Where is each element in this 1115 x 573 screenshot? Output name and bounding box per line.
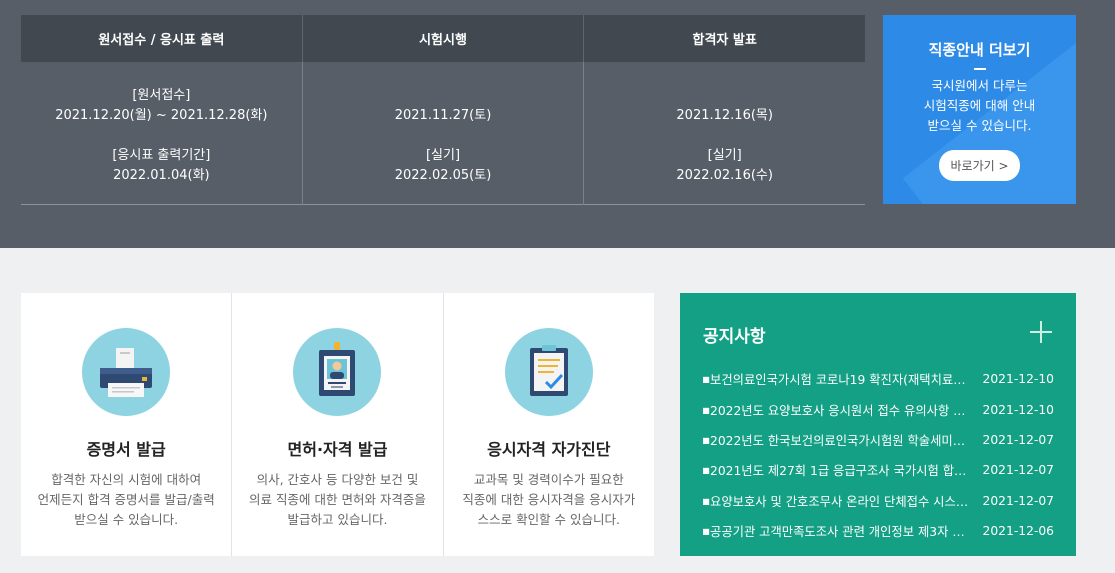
exam-practical-date: 2022.02.05(토) [394,168,492,183]
schedule-body: [원서접수] 2021.12.20(월) ~ 2021.12.28(화) [응시… [21,62,865,205]
services-panel: 증명서 발급 합격한 자신의 시험에 대하여 언제든지 합격 증명서를 발급/출… [21,293,654,556]
schedule-header: 원서접수 / 응시표 출력 시험시행 합격자 발표 [21,15,865,62]
notice-item-date: 2021-12-10 [982,402,1054,417]
service-title: 응시자격 자가진단 [487,440,611,459]
schedule-band: 원서접수 / 응시표 출력 시험시행 합격자 발표 [원서접수] 2021.12… [0,0,1115,248]
notice-item-title: 공공기관 고객만족도조사 관련 개인정보 제3자 제공 안내 [710,525,976,540]
notice-list: ▪ 보건의료인국가시험 코로나19 확진자(재택치료자) 응시 안내 2021-… [702,364,1054,546]
notice-item[interactable]: ▪ 2022년도 한국보건의료인국가시험원 학술세미나 안내 2021-12-0… [702,425,1054,455]
notice-panel: 공지사항 ▪ 보건의료인국가시험 코로나19 확진자(재택치료자) 응시 안내 … [680,293,1076,556]
notice-item-date: 2021-12-06 [982,524,1054,539]
header-application: 원서접수 / 응시표 출력 [98,33,225,48]
notice-item-date: 2021-12-07 [982,432,1054,447]
service-desc: 의사, 간호사 등 다양한 보건 및 의료 직종에 대한 면허와 자격증을 발급… [249,472,426,527]
exam-column: 2021.11.27(토) [실기] 2022.02.05(토) [301,62,584,205]
notice-item[interactable]: ▪ 2021년도 제27회 1급 응급구조사 국가시험 합격자 발표 2021-… [702,455,1054,485]
result-practical-date: 2022.02.16(수) [676,168,773,183]
job-guide-title: 직종안내 더보기 [928,41,1031,59]
notice-item-title: 요양보호사 및 간호조무사 온라인 단체접수 시스템 안내 [710,494,976,509]
service-title: 증명서 발급 [86,440,166,459]
service-desc: 합격한 자신의 시험에 대하여 언제든지 합격 증명서를 발급/출력 받으실 수… [37,472,215,527]
notice-item[interactable]: ▪ 요양보호사 및 간호조무사 온라인 단체접수 시스템 안내 2021-12-… [702,486,1054,516]
header-exam: 시험시행 [301,15,584,62]
service-title: 면허·자격 발급 [287,440,388,459]
application-period: 2021.12.20(월) ~ 2021.12.28(화) [55,108,268,123]
notice-item-date: 2021-12-07 [982,463,1054,478]
application-label: [원서접수] [132,88,191,103]
plus-icon[interactable] [1030,321,1052,343]
notice-title: 공지사항 [703,327,766,347]
notice-item-date: 2021-12-07 [982,493,1054,508]
go-button[interactable]: 바로가기 > [939,150,1020,181]
printer-icon [82,328,171,416]
notice-item-title: 2021년도 제27회 1급 응급구조사 국가시험 합격자 발표 [710,464,976,479]
service-license[interactable]: 면허·자격 발급 의사, 간호사 등 다양한 보건 및 의료 직종에 대한 면허… [231,293,442,556]
exam-schedule-table: 원서접수 / 응시표 출력 시험시행 합격자 발표 [원서접수] 2021.12… [21,15,865,205]
clipboard-check-icon [504,328,593,416]
notice-item-date: 2021-12-10 [982,372,1054,387]
result-date: 2021.12.16(목) [676,108,773,123]
application-column: [원서접수] 2021.12.20(월) ~ 2021.12.28(화) [응시… [21,62,302,205]
title-divider [973,68,986,70]
result-column: 2021.12.16(목) [실기] 2022.02.16(수) [583,62,865,205]
notice-item[interactable]: ▪ 보건의료인국가시험 코로나19 확진자(재택치료자) 응시 안내 2021-… [702,364,1054,394]
service-certificate[interactable]: 증명서 발급 합격한 자신의 시험에 대하여 언제든지 합격 증명서를 발급/출… [21,293,231,556]
exam-date: 2021.11.27(토) [394,108,492,123]
service-self-check[interactable]: 응시자격 자가진단 교과목 및 경력이수가 필요한 직종에 대한 응시자격을 응… [442,293,654,556]
notice-item-title: 보건의료인국가시험 코로나19 확진자(재택치료자) 응시 안내 [710,373,976,388]
result-practical-label: [실기] [707,148,742,163]
notice-item-title: 2022년도 한국보건의료인국가시험원 학술세미나 안내 [710,433,976,448]
job-guide-desc: 국시원에서 다루는 시험직종에 대해 안내 받으실 수 있습니다. [923,78,1036,133]
notice-item-title: 2022년도 요양보호사 응시원서 접수 유의사항 안내 [710,403,976,418]
notice-item[interactable]: ▪ 2022년도 요양보호사 응시원서 접수 유의사항 안내 2021-12-1… [702,394,1054,424]
ticket-print-date: 2022.01.04(화) [113,168,210,183]
id-badge-icon [293,328,382,416]
header-result: 합격자 발표 [583,15,865,62]
ticket-print-label: [응시표 출력기간] [112,148,211,163]
service-desc: 교과목 및 경력이수가 필요한 직종에 대한 응시자격을 응시자가 스스로 확인… [462,472,636,527]
notice-item[interactable]: ▪ 공공기관 고객만족도조사 관련 개인정보 제3자 제공 안내 2021-12… [702,516,1054,546]
job-guide-card: 직종안내 더보기 국시원에서 다루는 시험직종에 대해 안내 받으실 수 있습니… [883,15,1076,204]
exam-practical-label: [실기] [425,148,461,163]
